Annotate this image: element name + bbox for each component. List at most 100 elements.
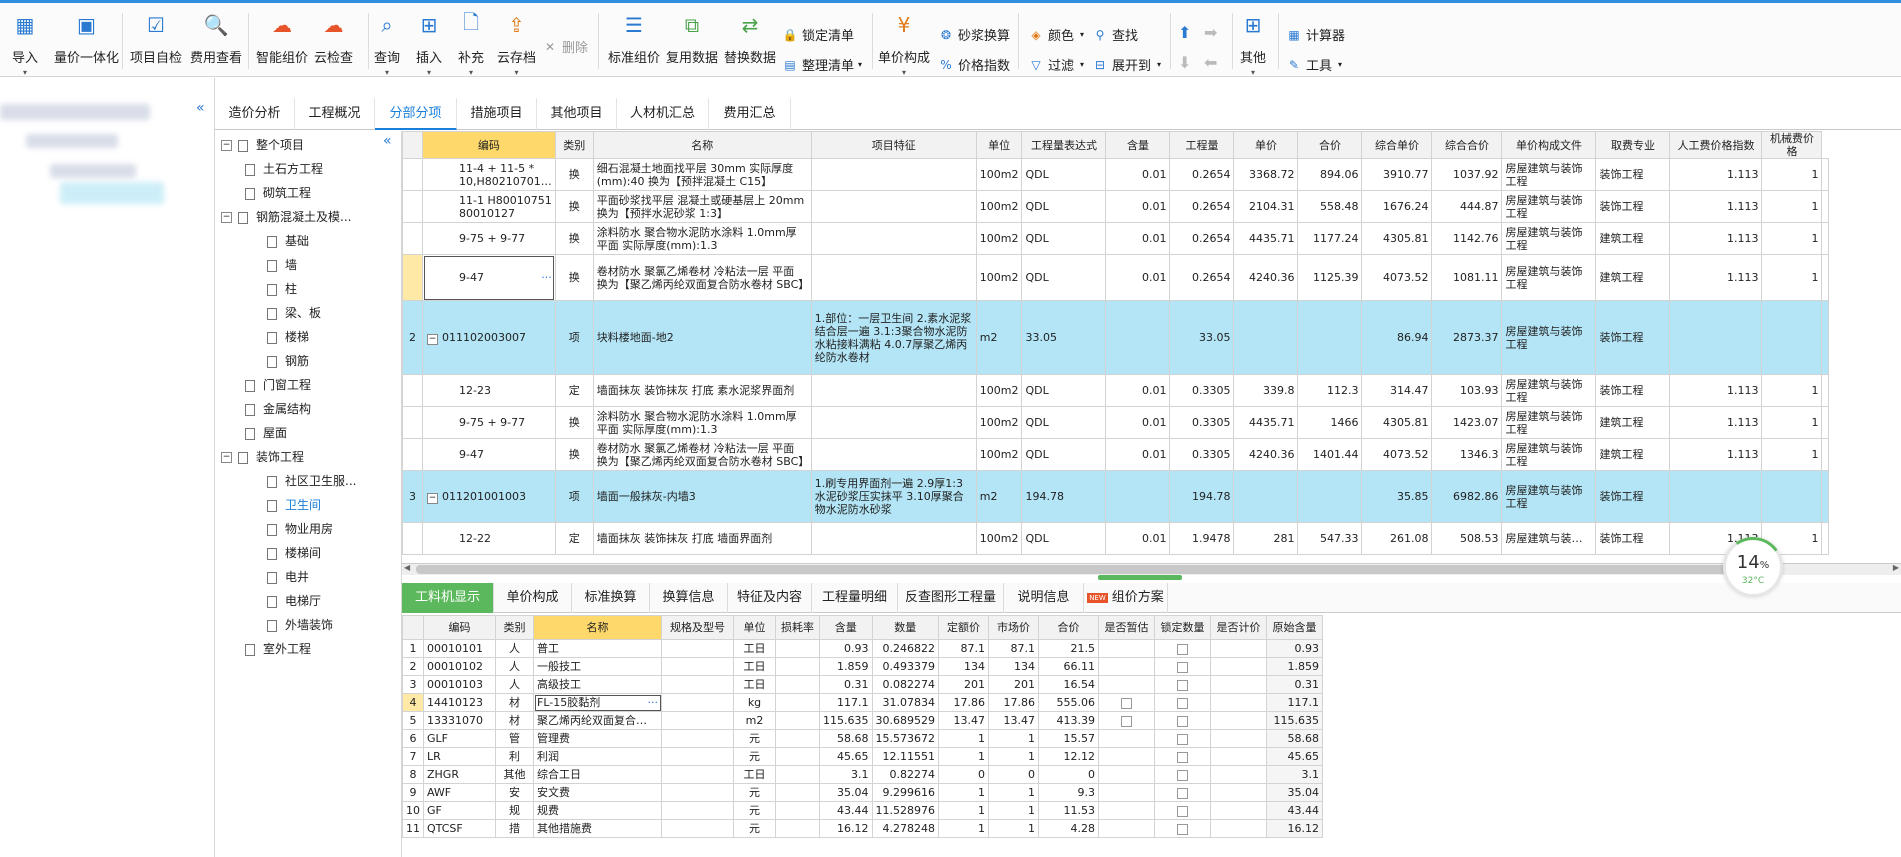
tree-node[interactable]: 社区卫生服... <box>267 471 356 491</box>
tools-button[interactable]: ✎ 工具 ▾ <box>1286 55 1342 75</box>
cell-ctotal[interactable]: 103.93 <box>1431 374 1503 407</box>
cell-type[interactable]: 材 <box>495 693 534 712</box>
cell-mprice[interactable]: 201 <box>988 675 1039 694</box>
calculator-button[interactable]: ▦ 计算器 <box>1286 25 1345 45</box>
cell-expr[interactable]: QDL <box>1021 374 1107 407</box>
cell-spec[interactable] <box>661 747 734 766</box>
cell-ctotal[interactable]: 1142.76 <box>1431 222 1503 255</box>
lock-qty-checkbox[interactable] <box>1177 697 1188 709</box>
cell-code[interactable]: 11-1 H80010751 80010127 <box>422 190 556 223</box>
cell-ctotal[interactable]: 508.53 <box>1431 522 1503 555</box>
table-row[interactable]: 3 00010103 人高级技工 工日 0.31 0.082274 201 201 16.54 0… <box>402 675 1323 694</box>
cell-lock[interactable] <box>1154 801 1211 820</box>
cell-feature[interactable] <box>810 374 977 407</box>
cell-content[interactable]: 45.65 <box>819 747 873 766</box>
cell-total[interactable]: 1125.39 <box>1297 254 1363 301</box>
cell-loss[interactable] <box>775 819 820 838</box>
cell-price[interactable]: 2104.31 <box>1233 190 1299 223</box>
cell-est[interactable] <box>1098 765 1155 784</box>
cell-orig[interactable]: 45.65 <box>1266 747 1323 766</box>
cell-qty[interactable]: 0.3305 <box>1169 438 1235 471</box>
cell-lidx[interactable]: 1.113 <box>1669 438 1763 471</box>
cloud-save-button[interactable]: ⇪ 云存档 ▾ <box>497 9 536 77</box>
table-row[interactable]: 12-22 定墙面抹灰 装饰抹灰 打底 墙面界面剂 100m2 QDL 0.01 1.94… <box>402 522 1830 555</box>
tree-node[interactable]: 楼梯间 <box>267 543 321 563</box>
cell-code[interactable]: AWF <box>423 783 496 802</box>
cell-mprice[interactable]: 1 <box>988 801 1039 820</box>
cell-calc[interactable] <box>1210 675 1267 694</box>
cell-est[interactable] <box>1098 729 1155 748</box>
cell-dprice[interactable]: 13.47 <box>938 711 989 730</box>
cell-orig[interactable]: 0.93 <box>1266 639 1323 658</box>
lock-qty-checkbox[interactable] <box>1177 661 1188 673</box>
cell-name[interactable]: FL-15胶黏剂 ··· <box>533 693 662 712</box>
cell-unit[interactable]: 工日 <box>733 639 776 658</box>
cell-qty[interactable]: 15.573672 <box>871 729 939 748</box>
cell-type[interactable]: 其他 <box>495 765 534 784</box>
cell-total[interactable]: 16.54 <box>1038 675 1099 694</box>
cell-calc[interactable] <box>1210 801 1267 820</box>
cell-file[interactable]: 房屋建筑与装饰工程 <box>1501 374 1597 407</box>
cell-feature[interactable] <box>810 406 977 439</box>
tree-node[interactable]: 外墙装饰 <box>267 615 333 635</box>
cell-qty[interactable]: 0.2654 <box>1169 158 1235 191</box>
cell-name[interactable]: 综合工日 <box>533 765 662 784</box>
cell-unit[interactable]: 100m2 <box>975 374 1023 407</box>
cell-price[interactable] <box>1233 300 1299 375</box>
cell-name[interactable]: 涂料防水 聚合物水泥防水涂料 1.0mm厚 平面 实际厚度(mm):1.3 <box>592 222 812 255</box>
cell-content[interactable]: 0.01 <box>1105 406 1171 439</box>
cell-loss[interactable] <box>775 711 820 730</box>
cell-mprice[interactable]: 0 <box>988 765 1039 784</box>
cell-feature[interactable] <box>810 158 977 191</box>
cell-orig[interactable]: 115.635 <box>1266 711 1323 730</box>
column-header[interactable]: 综合合价 <box>1431 131 1503 159</box>
cell-ctotal[interactable]: 1081.11 <box>1431 254 1503 301</box>
tab-resource-summary[interactable]: 人材机汇总 <box>617 98 709 130</box>
table-row[interactable]: 9-75 + 9-77 换涂料防水 聚合物水泥防水涂料 1.0mm厚 平面 实际厚… <box>402 222 1830 255</box>
cell-spec[interactable] <box>661 819 734 838</box>
cell-midx[interactable]: 1 <box>1761 406 1823 439</box>
cell-price[interactable]: 4240.36 <box>1233 438 1299 471</box>
lock-qty-checkbox[interactable] <box>1177 787 1188 799</box>
collapse-panel-icon[interactable]: « <box>196 100 205 116</box>
cell-name[interactable]: 安文费 <box>533 783 662 802</box>
move-down-button[interactable]: ⬇ <box>1178 53 1191 72</box>
move-right-button[interactable]: ➡ <box>1204 23 1217 42</box>
cell-qty[interactable]: 0.2654 <box>1169 190 1235 223</box>
cell-name[interactable]: 墙面抹灰 装饰抹灰 打底 墙面界面剂 <box>592 522 812 555</box>
table-row[interactable]: 5 13331070 材聚乙烯丙纶双面复合… m2 115.635 30.689529 13… <box>402 711 1323 730</box>
column-header[interactable]: 类别 <box>495 615 534 640</box>
replace-data-button[interactable]: ⇄ 替换数据 <box>724 9 776 66</box>
table-row[interactable]: 12-23 定墙面抹灰 装饰抹灰 打底 素水泥浆界面剂 100m2 QDL 0.01 0.… <box>402 374 1830 407</box>
cell-lidx[interactable]: 1.113 <box>1669 254 1763 301</box>
cell-lock[interactable] <box>1154 783 1211 802</box>
cell-code[interactable]: LR <box>423 747 496 766</box>
cell-lidx[interactable] <box>1669 470 1763 523</box>
table-row[interactable]: 6 GLF 管管理费元 58.68 15.573672 1 1 15.57 58.68 <box>402 729 1323 748</box>
cell-content[interactable]: 117.1 <box>819 693 873 712</box>
cell-loss[interactable] <box>775 783 820 802</box>
column-header[interactable]: 是否计价 <box>1210 615 1267 640</box>
cell-qty[interactable]: 194.78 <box>1169 470 1235 523</box>
detail-tab[interactable]: NEW 组价方案 <box>1084 583 1168 613</box>
cell-lock[interactable] <box>1154 675 1211 694</box>
column-header[interactable]: 名称 <box>592 131 812 159</box>
cell-orig[interactable]: 117.1 <box>1266 693 1323 712</box>
cell-expr[interactable]: QDL <box>1021 254 1107 301</box>
cell-code[interactable]: 9-47 ··· <box>422 254 556 301</box>
cell-unit[interactable]: 元 <box>733 801 776 820</box>
table-row[interactable]: 3−011201001003 项墙面一般抹灰-内墙3 1.刷专用界面剂一遍 2.9厚… <box>402 470 1830 523</box>
filter-button[interactable]: ▽ 过滤 ▾ <box>1028 55 1084 75</box>
cell-major[interactable]: 装饰工程 <box>1595 522 1671 555</box>
cell-expr[interactable]: QDL <box>1021 190 1107 223</box>
cell-ctotal[interactable]: 2873.37 <box>1431 300 1503 375</box>
cell-total[interactable]: 555.06 <box>1038 693 1099 712</box>
detail-tab[interactable]: 工程量明细 <box>812 583 898 613</box>
tree-node[interactable]: 室外工程 <box>245 639 311 659</box>
cell-lock[interactable] <box>1154 765 1211 784</box>
detail-tab[interactable]: 换算信息 <box>650 583 728 613</box>
cell-type[interactable]: 材 <box>495 711 534 730</box>
collapse-toggle-icon[interactable]: − <box>221 212 232 223</box>
cell-lock[interactable] <box>1154 729 1211 748</box>
tree-node[interactable]: − 钢筋混凝土及模... <box>221 207 351 227</box>
